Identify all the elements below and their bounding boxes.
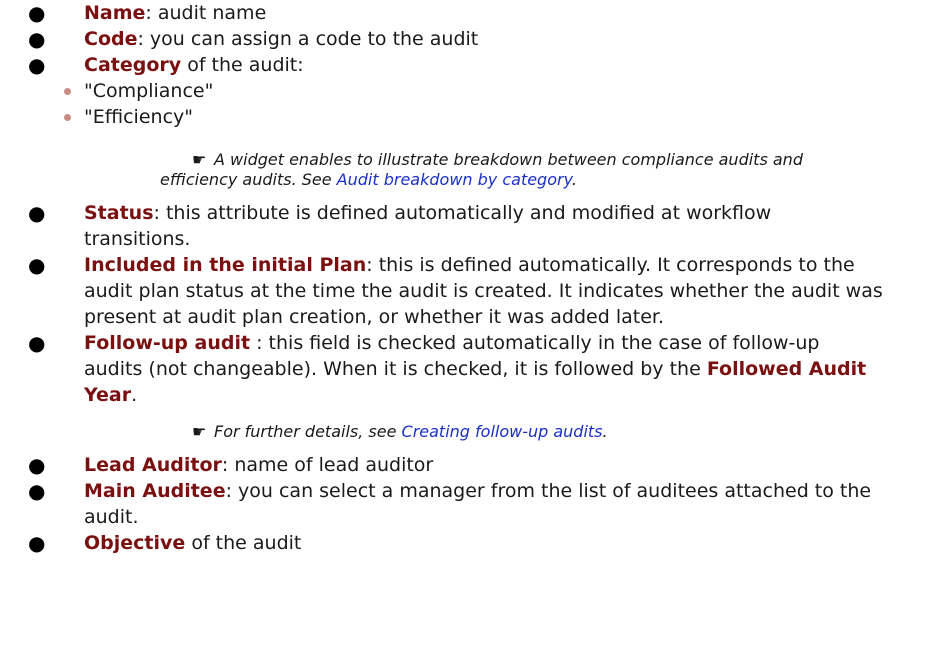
list-item-status: ● Status: this attribute is defined auto… bbox=[0, 200, 933, 252]
list-item-category: ● Category of the audit: bbox=[0, 52, 933, 78]
description-lead-auditor: : name of lead auditor bbox=[221, 454, 434, 476]
description-category: of the audit: bbox=[181, 54, 304, 76]
bullet-icon: ● bbox=[28, 27, 46, 51]
list-item-included: ● Included in the initial Plan: this is … bbox=[0, 252, 933, 330]
term-objective: Objective bbox=[84, 532, 186, 554]
term-code: Code bbox=[84, 28, 138, 50]
description-code: : you can assign a code to the audit bbox=[137, 28, 479, 50]
link-audit-breakdown[interactable]: Audit breakdown by category bbox=[337, 170, 572, 189]
attribute-list: ● Name: audit name ● Code: you can assig… bbox=[0, 0, 933, 556]
list-item-lead-auditor: ● Lead Auditor: name of lead auditor bbox=[0, 452, 933, 478]
term-category: Category bbox=[84, 54, 182, 76]
category-note-after: . bbox=[571, 170, 577, 189]
category-option-label: "Compliance" bbox=[84, 80, 214, 102]
description-followup-after: . bbox=[131, 384, 138, 406]
bullet-icon: ● bbox=[28, 53, 46, 77]
document-body: ● Name: audit name ● Code: you can assig… bbox=[0, 0, 933, 556]
sub-bullet-icon bbox=[64, 114, 71, 121]
list-item-name: ● Name: audit name bbox=[0, 0, 933, 26]
followup-note-after: . bbox=[602, 422, 608, 441]
category-option: "Compliance" bbox=[0, 78, 933, 104]
bullet-icon: ● bbox=[28, 201, 46, 225]
followup-note-text: For further details, see bbox=[214, 422, 402, 441]
bullet-icon: ● bbox=[28, 331, 46, 355]
followup-note: ☛ For further details, see Creating follo… bbox=[0, 422, 933, 442]
category-note: ☛ A widget enables to illustrate breakdow… bbox=[0, 150, 933, 190]
list-item-objective: ● Objective of the audit bbox=[0, 530, 933, 556]
link-creating-followup-audits[interactable]: Creating follow-up audits bbox=[402, 422, 603, 441]
category-option-label: "Efficiency" bbox=[84, 106, 193, 128]
bullet-icon: ● bbox=[28, 253, 46, 277]
description-name: : audit name bbox=[145, 2, 267, 24]
term-lead-auditor: Lead Auditor bbox=[84, 454, 222, 476]
bullet-icon: ● bbox=[28, 453, 46, 477]
term-status: Status bbox=[84, 202, 154, 224]
term-included: Included in the initial Plan bbox=[84, 254, 367, 276]
term-name: Name bbox=[84, 2, 146, 24]
sub-bullet-icon bbox=[64, 88, 71, 95]
description-status: : this attribute is defined automaticall… bbox=[84, 202, 772, 250]
bullet-icon: ● bbox=[28, 479, 46, 503]
term-followup: Follow-up audit bbox=[84, 332, 251, 354]
pointing-hand-icon: ☛ bbox=[192, 422, 207, 441]
category-option: "Efficiency" bbox=[0, 104, 933, 130]
list-item-code: ● Code: you can assign a code to the aud… bbox=[0, 26, 933, 52]
pointing-hand-icon: ☛ bbox=[192, 150, 207, 169]
bullet-icon: ● bbox=[28, 1, 46, 25]
bullet-icon: ● bbox=[28, 531, 46, 555]
category-options-list: "Compliance" "Efficiency" bbox=[0, 78, 933, 130]
description-objective: of the audit bbox=[185, 532, 302, 554]
list-item-followup: ● Follow-up audit : this field is checke… bbox=[0, 330, 933, 408]
term-main-auditee: Main Auditee bbox=[84, 480, 226, 502]
list-item-main-auditee: ● Main Auditee: you can select a manager… bbox=[0, 478, 933, 530]
